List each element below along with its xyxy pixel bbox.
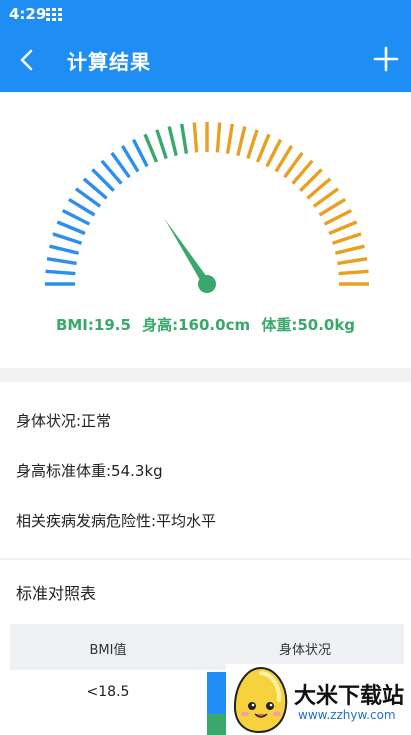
gauge-tick — [49, 244, 79, 255]
gauge-tick — [68, 197, 96, 217]
table-header-bmi: BMI值 — [89, 643, 127, 658]
result-info-card: 身体状况:正常 身高标准体重:54.3kg 相关疾病发病危险性:平均水平 — [0, 382, 411, 558]
gauge-tick — [225, 123, 234, 154]
gauge-tick — [180, 123, 189, 154]
bmi-gauge-card: BMI:19.5 身高:160.0cm 体重:50.0kg — [0, 92, 411, 368]
table-title: 标准对照表 — [16, 584, 97, 603]
status-time: 4:29 — [9, 5, 47, 23]
gauge-tick — [143, 133, 159, 163]
bmi-gauge — [45, 122, 369, 293]
table-header-status: 身体状况 — [278, 643, 331, 658]
app-bar: 计算结果 — [0, 28, 411, 92]
gauge-tick — [337, 257, 368, 266]
gauge-hub — [198, 275, 216, 293]
page-title: 计算结果 — [67, 50, 151, 74]
gauge-tick — [236, 126, 247, 156]
gauge-tick — [131, 138, 149, 168]
height-value-text: 身高:160.0cm — [142, 316, 251, 334]
gauge-tick — [323, 208, 353, 226]
gauge-tick — [120, 145, 140, 173]
gauge-tick — [246, 129, 259, 160]
gauge-tick — [331, 232, 362, 245]
watermark-name: 大米下载站 — [294, 684, 405, 709]
standard-weight: 身高标准体重:54.3kg — [16, 462, 163, 480]
gauge-tick — [45, 269, 76, 276]
gauge-tick — [328, 220, 358, 236]
weight-value-text: 体重:50.0kg — [261, 316, 356, 334]
gauge-tick — [192, 122, 199, 153]
gauge-tick — [255, 133, 271, 163]
mascot-icon — [233, 666, 288, 734]
gauge-tick — [338, 269, 369, 276]
app-grid-icon — [46, 8, 62, 21]
bmi-value-text: BMI:19.5 — [55, 316, 131, 334]
gauge-tick — [215, 122, 222, 153]
watermark: 大米下载站 www.zzhyw.com — [226, 664, 411, 735]
gauge-tick — [52, 232, 83, 245]
body-status: 身体状况:正常 — [16, 412, 112, 430]
gauge-tick — [46, 257, 77, 266]
disease-risk: 相关疾病发病危险性:平均水平 — [16, 512, 217, 530]
status-bar: 4:29 — [0, 0, 411, 28]
gauge-tick — [56, 220, 86, 236]
gauge-tick — [318, 197, 346, 217]
back-arrow-icon[interactable] — [14, 46, 42, 74]
gauge-tick — [167, 126, 178, 156]
gauge-tick — [335, 244, 365, 255]
gauge-tick — [61, 208, 91, 226]
plus-icon[interactable] — [372, 45, 400, 73]
gauge-tick — [155, 129, 168, 160]
gauge-tick — [265, 138, 283, 168]
gauge-tick — [274, 145, 294, 173]
bmi-reading: BMI:19.5 身高:160.0cm 体重:50.0kg — [0, 314, 411, 335]
watermark-url: www.zzhyw.com — [298, 708, 396, 722]
table-cell-bmi: <18.5 — [86, 684, 130, 700]
